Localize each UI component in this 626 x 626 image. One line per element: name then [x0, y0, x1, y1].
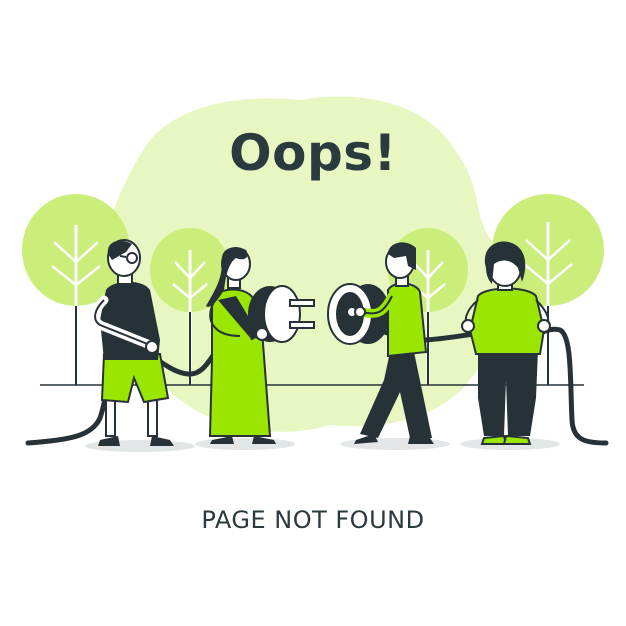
error-page: Oops! PAGE NOT FOUND — [0, 0, 626, 626]
error-headline: Oops! — [229, 124, 397, 182]
error-message: PAGE NOT FOUND — [201, 506, 425, 534]
